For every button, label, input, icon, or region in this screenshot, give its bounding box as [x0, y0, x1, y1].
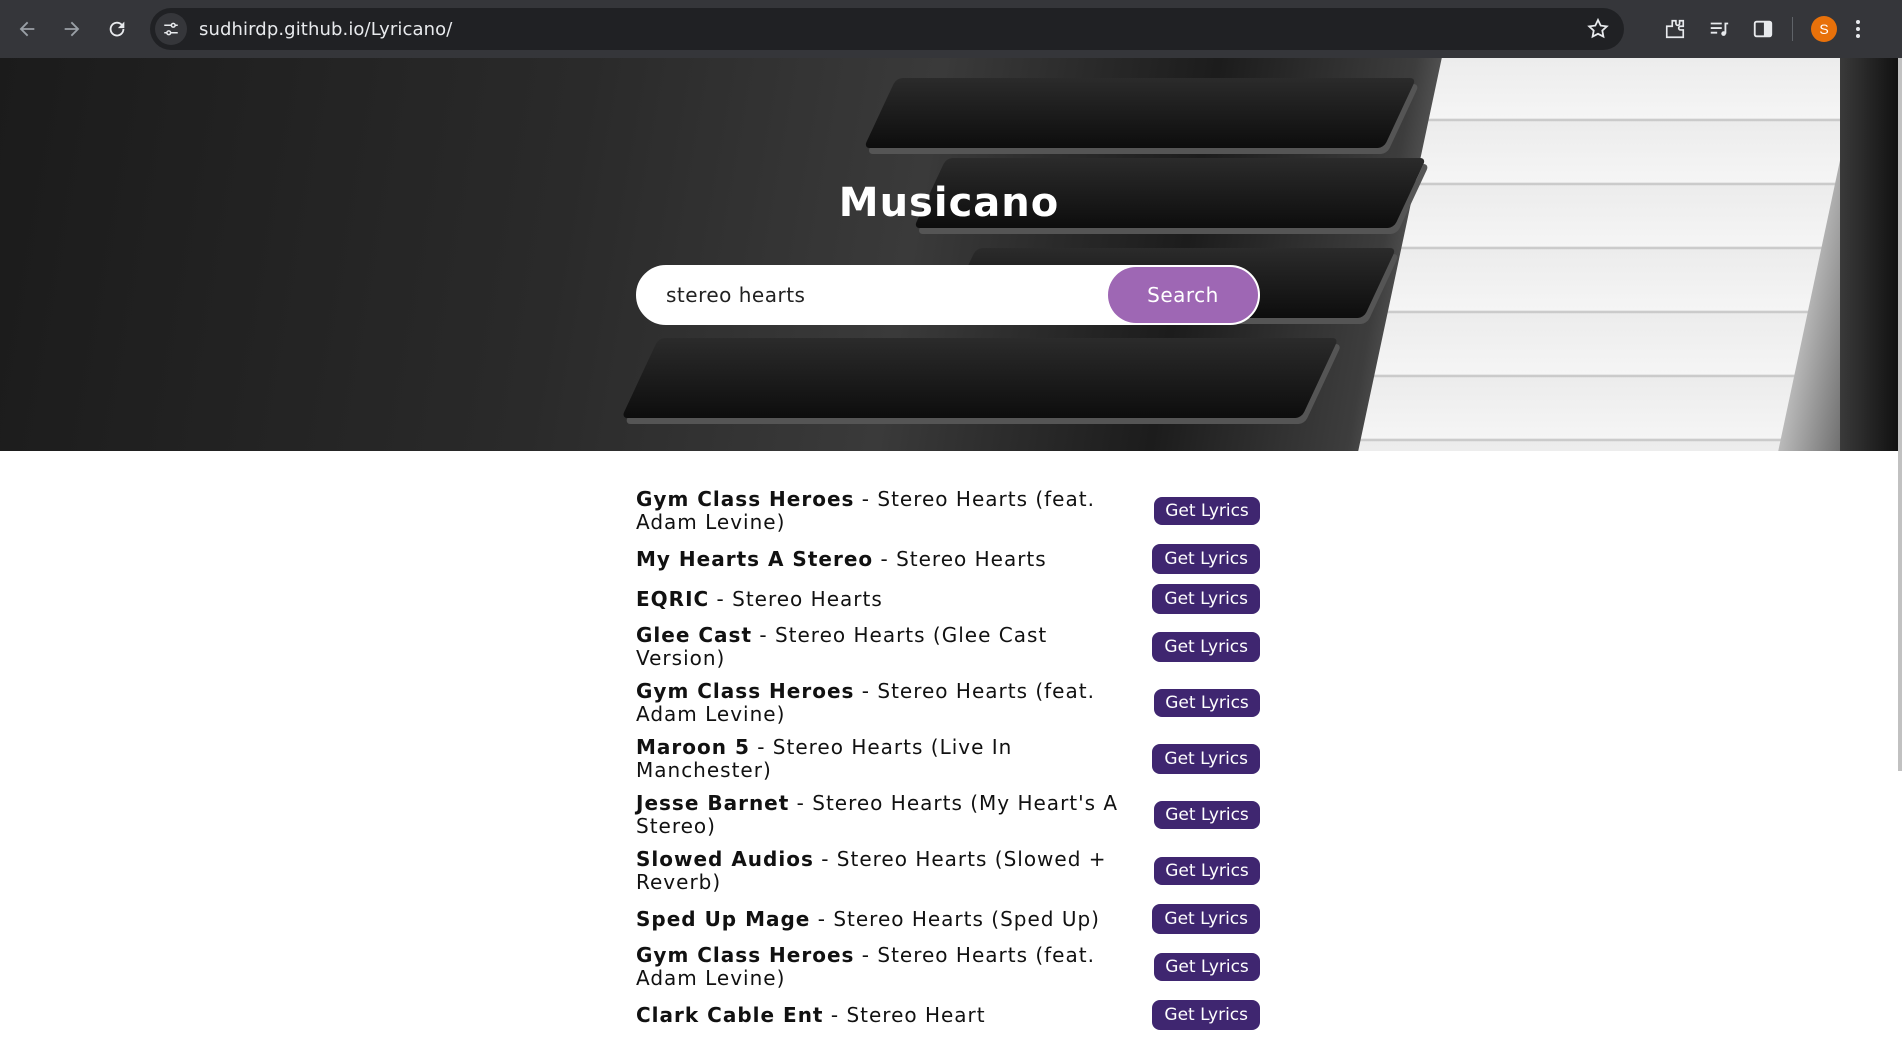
track-name: Stereo Hearts [732, 586, 883, 611]
extensions-icon[interactable] [1660, 14, 1690, 44]
reload-icon [109, 21, 125, 37]
piano-edge-decoration [1840, 58, 1898, 451]
side-panel-icon[interactable] [1748, 14, 1778, 44]
artist-name: Glee Cast [636, 623, 753, 647]
song-title: Clark Cable Ent - Stereo Heart [636, 1002, 986, 1027]
song-title: Gym Class Heroes - Stereo Hearts (feat. … [636, 943, 1095, 990]
back-button[interactable] [9, 11, 45, 47]
piano-key-decoration [863, 78, 1417, 148]
get-lyrics-button[interactable]: Get Lyrics [1152, 1000, 1260, 1030]
artist-name: Maroon 5 [636, 735, 750, 759]
browser-toolbar: sudhirdp.github.io/Lyricano/ S [0, 0, 1902, 58]
song-title: Jesse Barnet - Stereo Hearts (My Heart's… [636, 791, 1119, 838]
url-text[interactable]: sudhirdp.github.io/Lyricano/ [199, 19, 452, 40]
result-row: Maroon 5 - Stereo Hearts (Live In Manche… [636, 736, 1260, 782]
track-name: Stereo Heart [846, 1002, 986, 1027]
artist-name: Gym Class Heroes [636, 487, 855, 511]
reload-button[interactable] [99, 11, 135, 47]
song-title: Glee Cast - Stereo Hearts (Glee Cast Ver… [636, 623, 1048, 670]
artist-name: Gym Class Heroes [636, 943, 855, 967]
get-lyrics-button[interactable]: Get Lyrics [1152, 584, 1260, 614]
song-title: Slowed Audios - Stereo Hearts (Slowed + … [636, 847, 1107, 894]
result-row: EQRIC - Stereo Hearts Get Lyrics [636, 584, 1260, 614]
bookmark-star-icon[interactable] [1586, 17, 1610, 41]
artist-name: Clark Cable Ent [636, 1002, 824, 1027]
hero-banner: Musicano Search [0, 58, 1898, 451]
track-name: Stereo Hearts (Sped Up) [833, 906, 1100, 931]
get-lyrics-button[interactable]: Get Lyrics [1154, 801, 1260, 829]
page-scrollbar[interactable] [1898, 58, 1902, 771]
media-queue-icon[interactable] [1704, 14, 1734, 44]
forward-button[interactable] [54, 11, 90, 47]
result-row: Glee Cast - Stereo Hearts (Glee Cast Ver… [636, 624, 1260, 670]
arrow-right-icon [64, 21, 80, 37]
song-title: Gym Class Heroes - Stereo Hearts (feat. … [636, 487, 1095, 534]
search-form: Search [636, 265, 1260, 325]
result-row: Gym Class Heroes - Stereo Hearts (feat. … [636, 944, 1260, 990]
piano-key-decoration [621, 338, 1339, 418]
arrow-left-icon [19, 21, 35, 37]
piano-background-image [1358, 58, 1862, 451]
kebab-menu-icon[interactable] [1853, 20, 1863, 38]
result-row: Clark Cable Ent - Stereo Heart Get Lyrics [636, 1000, 1260, 1030]
get-lyrics-button[interactable]: Get Lyrics [1154, 857, 1260, 885]
song-title: Sped Up Mage - Stereo Hearts (Sped Up) [636, 906, 1100, 931]
get-lyrics-button[interactable]: Get Lyrics [1152, 632, 1260, 662]
toolbar-divider [1792, 17, 1793, 41]
search-button[interactable]: Search [1108, 267, 1258, 323]
artist-name: Jesse Barnet [636, 791, 790, 815]
artist-name: Gym Class Heroes [636, 679, 855, 703]
get-lyrics-button[interactable]: Get Lyrics [1154, 497, 1260, 525]
site-settings-icon[interactable] [155, 13, 187, 45]
get-lyrics-button[interactable]: Get Lyrics [1152, 744, 1260, 774]
result-row: Gym Class Heroes - Stereo Hearts (feat. … [636, 488, 1260, 534]
search-input[interactable] [666, 267, 1086, 323]
page-title: Musicano [838, 180, 1060, 226]
get-lyrics-button[interactable]: Get Lyrics [1154, 689, 1260, 717]
result-row: Slowed Audios - Stereo Hearts (Slowed + … [636, 848, 1260, 894]
result-row: My Hearts A Stereo - Stereo Hearts Get Ly… [636, 544, 1260, 574]
results-list: Gym Class Heroes - Stereo Hearts (feat. … [636, 488, 1260, 1040]
song-title: Gym Class Heroes - Stereo Hearts (feat. … [636, 679, 1095, 726]
profile-avatar[interactable]: S [1811, 16, 1837, 42]
artist-name: Sped Up Mage [636, 906, 811, 931]
song-title: Maroon 5 - Stereo Hearts (Live In Manche… [636, 735, 1013, 782]
song-title: My Hearts A Stereo - Stereo Hearts [636, 546, 1047, 571]
get-lyrics-button[interactable]: Get Lyrics [1152, 544, 1260, 574]
result-row: Sped Up Mage - Stereo Hearts (Sped Up) Ge… [636, 904, 1260, 934]
artist-name: My Hearts A Stereo [636, 546, 874, 571]
result-row: Jesse Barnet - Stereo Hearts (My Heart's… [636, 792, 1260, 838]
result-row: Gym Class Heroes - Stereo Hearts (feat. … [636, 680, 1260, 726]
get-lyrics-button[interactable]: Get Lyrics [1154, 953, 1260, 981]
track-name: Stereo Hearts [896, 546, 1047, 571]
artist-name: EQRIC [636, 586, 710, 611]
address-bar[interactable]: sudhirdp.github.io/Lyricano/ [150, 8, 1624, 50]
artist-name: Slowed Audios [636, 847, 814, 871]
song-title: EQRIC - Stereo Hearts [636, 586, 883, 611]
get-lyrics-button[interactable]: Get Lyrics [1152, 904, 1260, 934]
